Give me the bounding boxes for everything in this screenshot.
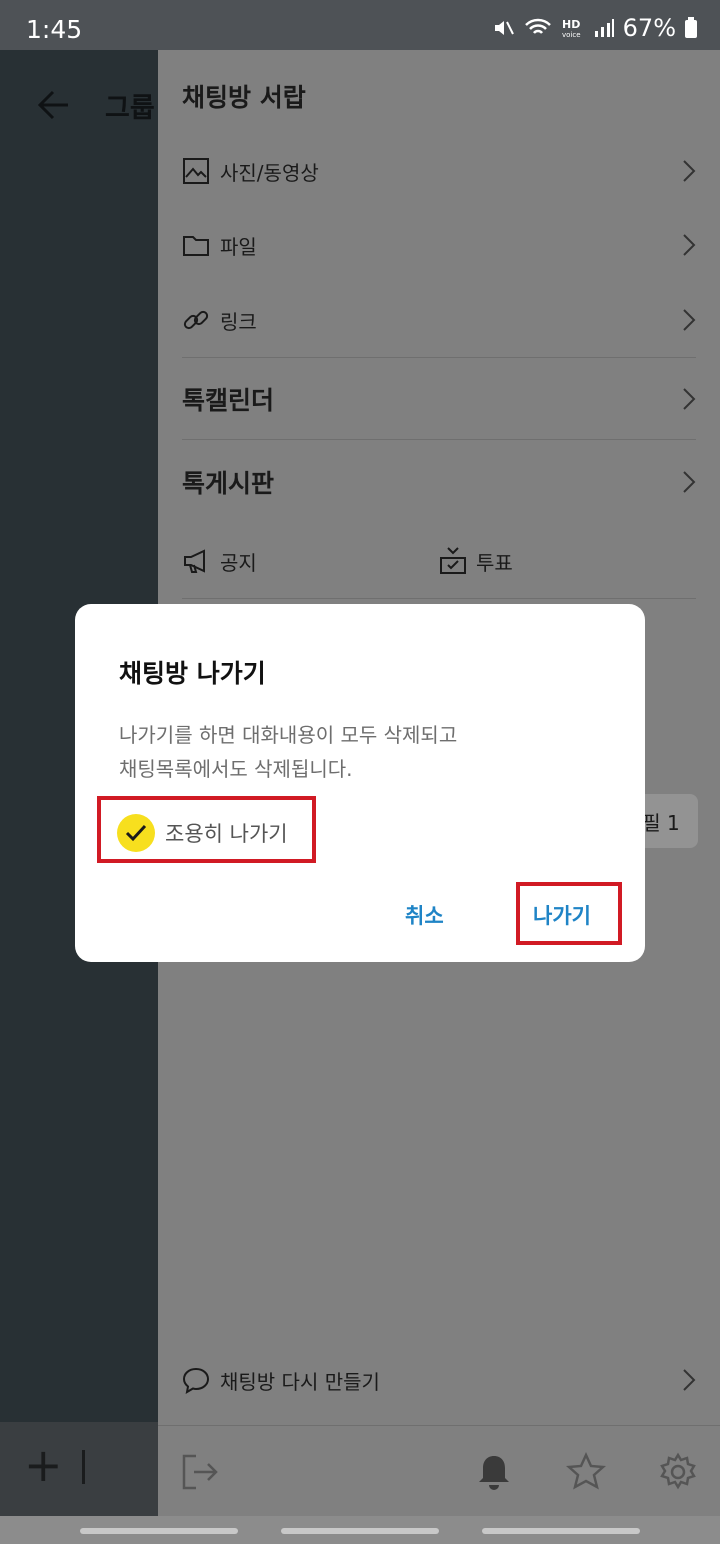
- highlight-box: [516, 882, 622, 945]
- link-icon: [183, 310, 209, 330]
- plus-icon[interactable]: +: [24, 1442, 63, 1488]
- svg-text:HD: HD: [562, 18, 580, 31]
- recent-apps-handle[interactable]: [80, 1528, 238, 1534]
- chat-title: 그룹: [105, 93, 155, 124]
- divider: [182, 439, 696, 440]
- drawer-item-label: 채팅방 다시 만들기: [220, 1369, 380, 1394]
- back-arrow-icon[interactable]: [36, 88, 70, 122]
- recreate-chat-room[interactable]: 채팅방 다시 만들기: [182, 1360, 696, 1400]
- exit-icon[interactable]: [180, 1452, 220, 1492]
- drawer-item-files[interactable]: 파일: [182, 225, 696, 265]
- status-icons: HD voice 67%: [491, 14, 698, 42]
- battery-percent: 67%: [622, 14, 676, 42]
- gear-icon[interactable]: [658, 1452, 698, 1492]
- text-cursor: [82, 1450, 85, 1484]
- bell-icon[interactable]: [474, 1452, 514, 1492]
- chevron-right-icon: [683, 388, 696, 410]
- highlight-box: [97, 796, 316, 863]
- drawer-item-vote[interactable]: 투표: [438, 541, 513, 581]
- status-bar: 1:45 HD voice 67%: [0, 0, 720, 50]
- drawer-item-label: 톡게시판: [182, 469, 275, 498]
- signal-icon: [594, 19, 614, 37]
- chevron-right-icon: [683, 309, 696, 331]
- drawer-item-board[interactable]: 톡게시판: [182, 462, 696, 502]
- dialog-message-line: 채팅목록에서도 삭제됩니다.: [119, 757, 353, 781]
- drawer-item-label: 파일: [220, 234, 257, 259]
- megaphone-icon: [184, 549, 205, 573]
- divider: [182, 357, 696, 358]
- star-icon[interactable]: [566, 1452, 606, 1492]
- leave-chat-dialog: 채팅방 나가기 나가기를 하면 대화내용이 모두 삭제되고 채팅목록에서도 삭제…: [75, 604, 645, 962]
- chevron-right-icon: [683, 160, 696, 182]
- drawer-item-label: 투표: [476, 550, 513, 575]
- drawer-item-label: 링크: [220, 309, 257, 334]
- drawer-item-label: 사진/동영상: [220, 160, 319, 185]
- drawer-item-label: 톡캘린더: [182, 386, 275, 415]
- drawer-title: 채팅방 서랍: [182, 83, 306, 112]
- mute-icon: [494, 21, 514, 35]
- dialog-title: 채팅방 나가기: [119, 659, 266, 688]
- chat-bubble-icon: [182, 1367, 210, 1394]
- photo-icon: [183, 158, 209, 184]
- battery-icon: [685, 17, 697, 38]
- back-handle[interactable]: [482, 1528, 640, 1534]
- drawer-bottom-bar: [158, 1425, 720, 1516]
- chevron-right-icon: [683, 234, 696, 256]
- hd-voice-icon: HDvoice: [562, 18, 581, 39]
- divider: [182, 598, 696, 599]
- ballot-box-icon: [440, 547, 466, 574]
- dialog-message: 나가기를 하면 대화내용이 모두 삭제되고 채팅목록에서도 삭제됩니다.: [119, 718, 599, 786]
- drawer-item-label: 공지: [220, 550, 257, 575]
- drawer-item-links[interactable]: 링크: [182, 300, 696, 340]
- drawer-item-notice[interactable]: 공지: [182, 541, 257, 581]
- svg-text:voice: voice: [562, 31, 581, 39]
- chevron-right-icon: [683, 471, 696, 493]
- message-compose-bar: +: [0, 1422, 158, 1516]
- status-time: 1:45: [26, 15, 83, 44]
- cancel-button[interactable]: 취소: [405, 900, 444, 930]
- home-handle[interactable]: [281, 1528, 439, 1534]
- wifi-icon: [524, 18, 551, 34]
- folder-icon: [183, 236, 209, 256]
- drawer-item-photos[interactable]: 사진/동영상: [182, 151, 696, 191]
- drawer-item-calendar[interactable]: 톡캘린더: [182, 379, 696, 419]
- dialog-message-line: 나가기를 하면 대화내용이 모두 삭제되고: [119, 723, 458, 747]
- chevron-right-icon: [683, 1369, 696, 1391]
- navigation-bar: [0, 1516, 720, 1544]
